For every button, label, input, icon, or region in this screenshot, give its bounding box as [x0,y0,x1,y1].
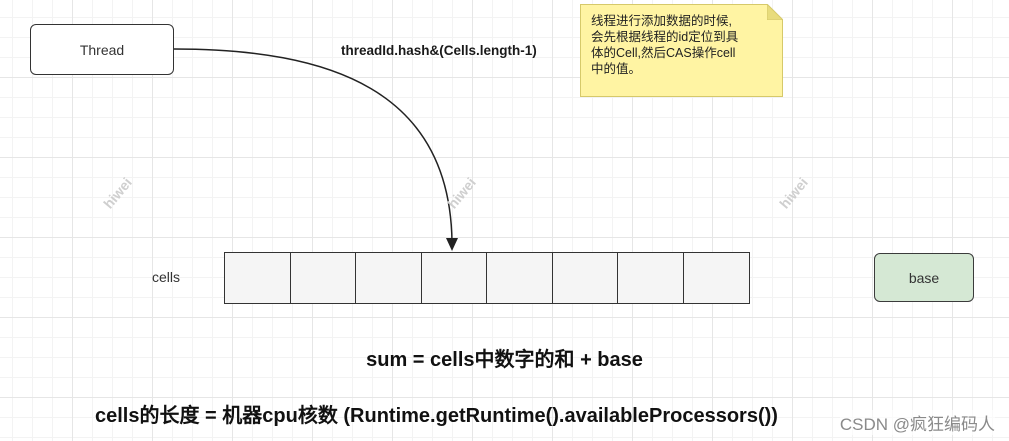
hash-arrow-head [446,238,458,251]
cell-slot [290,253,356,303]
base-label: base [908,269,940,286]
cell-slot [618,253,684,303]
hash-arrow [173,48,453,243]
cell-slot [683,253,749,303]
diagram-canvas: Thread threadId.hash&(Cells.length-1) 线程… [0,0,1009,441]
arrow-layer [173,48,458,251]
explanation-note: 线程进行添加数据的时候, 会先根据线程的id定位到具 体的Cell,然后CAS操… [580,4,783,97]
cell-slot [225,253,291,303]
note-fold-icon [767,4,783,20]
cell-slot [487,253,553,303]
sum-formula: sum = cells中数字的和 + base [366,349,643,371]
cells-label: cells [152,269,181,285]
cells-array [224,252,750,304]
length-formula: cells的长度 = 机器cpu核数 (Runtime.getRuntime()… [95,405,778,427]
cell-slot [552,253,618,303]
base-box: base [874,253,974,302]
attribution-text: CSDN @疯狂编码人 [839,410,995,435]
cell-slot [421,253,487,303]
cell-slot [356,253,422,303]
hash-expression-label: threadId.hash&(Cells.length-1) [341,43,537,58]
